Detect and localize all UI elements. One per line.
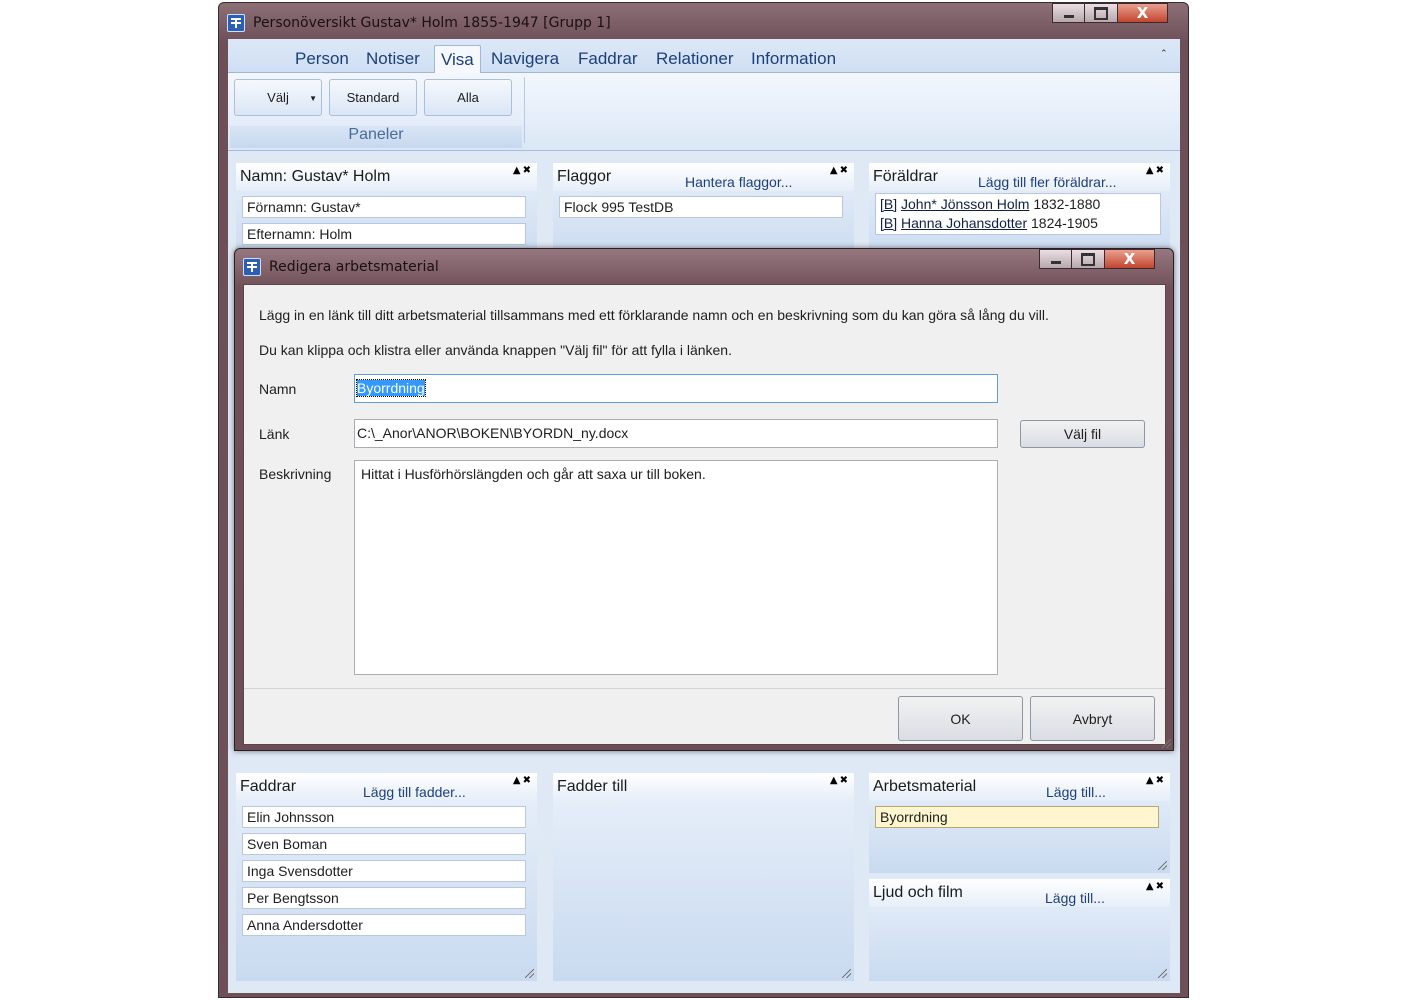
tab-relationer[interactable]: Relationer [650, 45, 740, 73]
edit-dialog: Redigera arbetsmaterial Lägg in en länk … [234, 248, 1174, 751]
list-item[interactable]: Elin Johnsson [242, 806, 526, 828]
panel-fadder-till: Fadder till ▲✖ [553, 773, 854, 981]
list-item[interactable]: Sven Boman [242, 833, 526, 855]
add-ljud-link[interactable]: Lägg till... [1045, 890, 1105, 906]
parent-years: 1832-1880 [1033, 196, 1101, 212]
resize-grip[interactable] [1158, 969, 1167, 978]
panel-ljud-och-film: Ljud och film Lägg till... ▲✖ [869, 879, 1170, 981]
valj-dropdown-button[interactable]: Välj ▼ [234, 79, 322, 116]
link-input[interactable]: C:\_Anor\ANOR\BOKEN\BYORDN_ny.docx [354, 419, 998, 448]
maximize-button[interactable] [1072, 249, 1105, 269]
dialog-window-controls [1039, 249, 1155, 269]
parent-row[interactable]: [B] John* Jönsson Holm 1832-1880 [880, 196, 1156, 215]
chevron-down-icon: ▼ [309, 94, 317, 103]
tab-notiser[interactable]: Notiser [360, 45, 426, 73]
close-button[interactable] [1118, 3, 1168, 23]
standard-button[interactable]: Standard [329, 79, 417, 116]
ok-button[interactable]: OK [898, 696, 1023, 741]
dialog-resize-grip[interactable] [1162, 739, 1171, 748]
panel-title: Namn: Gustav* Holm [240, 168, 391, 185]
dialog-intro-text: Lägg in en länk till ditt arbetsmaterial… [259, 307, 1049, 323]
panel-controls[interactable]: ▲✖ [1146, 165, 1166, 176]
panel-controls[interactable]: ▲✖ [1146, 881, 1166, 892]
list-item[interactable]: Inga Svensdotter [242, 860, 526, 882]
panel-title: Fadder till [557, 778, 628, 795]
parent-tag[interactable]: [B] [880, 196, 897, 212]
panel-header: Fadder till ▲✖ [553, 773, 854, 801]
description-label: Beskrivning [259, 466, 332, 482]
add-fadder-link[interactable]: Lägg till fadder... [363, 784, 466, 800]
resize-grip[interactable] [1158, 861, 1167, 870]
name-label: Namn [259, 381, 297, 397]
panel-header: Flaggor Hantera flaggor... ▲✖ [553, 163, 854, 191]
panel-title: Faddrar [240, 778, 297, 795]
panel-arbetsmaterial: Arbetsmaterial Lägg till... ▲✖ Byorrdnin… [869, 773, 1170, 873]
panel-faddrar: Faddrar Lägg till fadder... ▲✖ Elin John… [236, 773, 537, 981]
resize-grip[interactable] [525, 969, 534, 978]
parent-name-link[interactable]: Hanna Johansdotter [901, 215, 1027, 231]
panel-controls[interactable]: ▲✖ [513, 165, 533, 176]
panel-controls[interactable]: ▲✖ [830, 775, 850, 786]
ribbon-collapse-icon[interactable]: ⌃ [1160, 49, 1170, 59]
resize-grip[interactable] [842, 969, 851, 978]
fornamn-field[interactable]: Förnamn: Gustav* [242, 196, 526, 218]
panel-title: Föräldrar [873, 168, 938, 185]
title-bar[interactable]: Personöversikt Gustav* Holm 1855-1947 [G… [227, 8, 1027, 38]
name-input[interactable]: Byorrdning [354, 374, 998, 403]
ribbon-group-separator [524, 77, 525, 143]
panel-title: Arbetsmaterial [873, 778, 977, 795]
description-textarea[interactable]: Hittat i Husförhörslängden och går att s… [354, 460, 998, 675]
parent-name-link[interactable]: John* Jönsson Holm [901, 196, 1029, 212]
list-item[interactable]: Per Bengtsson [242, 887, 526, 909]
panel-title: Flaggor [557, 168, 612, 185]
list-item[interactable]: Anna Andersdotter [242, 914, 526, 936]
window-title: Personöversikt Gustav* Holm 1855-1947 [G… [253, 15, 611, 31]
panel-controls[interactable]: ▲✖ [513, 775, 533, 786]
ribbon-tabs: Person Notiser Visa Navigera Faddrar Rel… [228, 39, 1180, 73]
parent-years: 1824-1905 [1031, 215, 1098, 231]
window-controls [1052, 3, 1168, 23]
alla-button[interactable]: Alla [424, 79, 512, 116]
arbetsmaterial-item[interactable]: Byorrdning [875, 806, 1159, 828]
hantera-flaggor-link[interactable]: Hantera flaggor... [685, 174, 792, 190]
dialog-title: Redigera arbetsmaterial [269, 259, 439, 275]
maximize-button[interactable] [1085, 3, 1118, 23]
ribbon-panel: Välj ▼ Standard Alla Paneler [228, 73, 1180, 151]
panel-header: Arbetsmaterial Lägg till... ▲✖ [869, 773, 1170, 801]
link-label: Länk [259, 426, 290, 442]
panel-header: Faddrar Lägg till fadder... ▲✖ [236, 773, 537, 801]
panel-header: Föräldrar Lägg till fler föräldrar... ▲✖ [869, 163, 1170, 191]
tab-information[interactable]: Information [745, 45, 842, 73]
panel-header: Namn: Gustav* Holm ▲✖ [236, 163, 537, 191]
add-arbetsmaterial-link[interactable]: Lägg till... [1046, 784, 1106, 800]
tab-navigera[interactable]: Navigera [485, 45, 565, 73]
dialog-title-bar[interactable]: Redigera arbetsmaterial [243, 255, 943, 279]
minimize-button[interactable] [1052, 3, 1085, 23]
panel-controls[interactable]: ▲✖ [830, 165, 850, 176]
tab-person[interactable]: Person [289, 45, 355, 73]
panel-header: Ljud och film Lägg till... ▲✖ [869, 879, 1170, 907]
close-button[interactable] [1105, 249, 1155, 269]
choose-file-button[interactable]: Välj fil [1020, 420, 1145, 448]
parent-row[interactable]: [B] Hanna Johansdotter 1824-1905 [880, 215, 1156, 234]
ribbon-group-label: Paneler [230, 126, 522, 148]
tab-faddrar[interactable]: Faddrar [572, 45, 644, 73]
flag-item[interactable]: Flock 995 TestDB [559, 196, 843, 218]
dialog-body: Lägg in en länk till ditt arbetsmaterial… [243, 284, 1166, 745]
dialog-footer-divider [244, 688, 1165, 689]
panel-title: Ljud och film [873, 884, 963, 901]
parent-tag[interactable]: [B] [880, 215, 897, 231]
minimize-button[interactable] [1039, 249, 1072, 269]
app-icon[interactable] [227, 14, 245, 32]
parents-list: [B] John* Jönsson Holm 1832-1880 [B] Han… [875, 193, 1161, 235]
tab-visa[interactable]: Visa [434, 45, 481, 73]
add-parents-link[interactable]: Lägg till fler föräldrar... [978, 174, 1117, 190]
efternamn-field[interactable]: Efternamn: Holm [242, 223, 526, 245]
cancel-button[interactable]: Avbryt [1030, 696, 1155, 741]
valj-label: Välj [267, 90, 289, 105]
name-input-value: Byorrdning [356, 379, 426, 397]
app-icon [243, 258, 261, 276]
panel-controls[interactable]: ▲✖ [1146, 775, 1166, 786]
dialog-help-text: Du kan klippa och klistra eller använda … [259, 342, 732, 358]
